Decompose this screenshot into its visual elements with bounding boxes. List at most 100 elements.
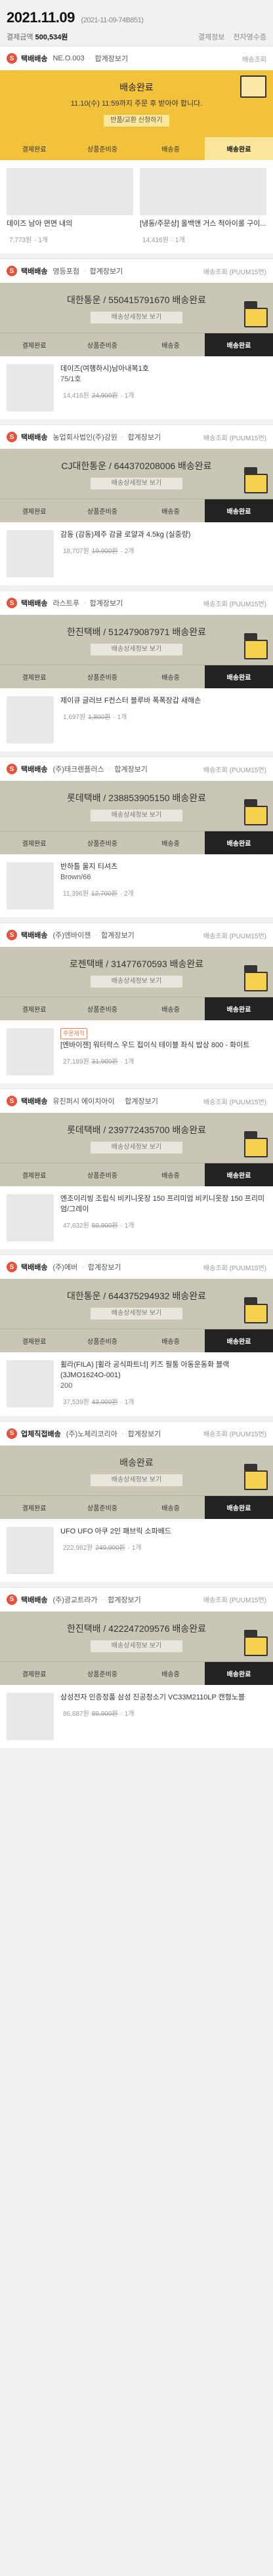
tracking-link[interactable]: 배송조회 (PUUM15번) bbox=[203, 266, 266, 276]
shop-bar: S 업체직접배송 (주)노체리코리아 · 합계장보기 배송조회 (PUUM15번) bbox=[0, 1421, 273, 1445]
delivery-detail-button[interactable]: 배송상세정보 보기 bbox=[91, 1142, 182, 1154]
seller-name[interactable]: (주)태크렌플러스 bbox=[52, 764, 104, 774]
product-item[interactable]: UFO UFO 아쿠 2인 패브릭 소파베드 222,982원 249,900원 · … bbox=[7, 1526, 266, 1574]
product-price: 14,416원 24,900원 · 1개 bbox=[60, 388, 266, 402]
product-info: [냉동/주문상] 올백앤 거스 척아이롤 구이... 14,416원 · 1개 bbox=[140, 219, 266, 245]
divider-dot: · bbox=[83, 267, 86, 276]
divider-dot: · bbox=[88, 54, 91, 62]
tracking-link[interactable]: 배송조회 (PUUM15번) bbox=[203, 764, 266, 774]
merge-view-link[interactable]: 합계장보기 bbox=[128, 1428, 161, 1439]
product-thumbnail[interactable] bbox=[7, 364, 54, 412]
product-list: 데이즈(여행하시)남아내복1호 75/1호 14,416원 24,900원 · 1개 bbox=[0, 356, 273, 420]
seller-name[interactable]: 라스트푸 bbox=[52, 598, 79, 608]
product-name[interactable]: 삼성전자 인증정품 삼성 진공청소기 VC33M2110LP 캔형노블 bbox=[60, 1693, 266, 1703]
product-price: 14,416원 · 1개 bbox=[140, 232, 266, 246]
product-thumbnail[interactable] bbox=[7, 862, 54, 910]
product-thumbnail[interactable] bbox=[140, 168, 266, 215]
tracking-link[interactable]: 배송조회 (PUUM15번) bbox=[203, 598, 266, 608]
group-gap bbox=[0, 419, 273, 425]
shipment-group: S 택배배송 (주)광교트라가 · 합계장보기 배송조회 (PUUM15번) 한진택배 / … bbox=[0, 1587, 273, 1748]
product-price: 37,539원 43,000원 · 1개 bbox=[60, 1394, 266, 1408]
seller-name[interactable]: (주)노체리코리아 bbox=[66, 1428, 117, 1439]
product-thumbnail[interactable] bbox=[7, 1692, 54, 1740]
seller-name[interactable]: 농업회사법인(주)강원 bbox=[52, 432, 117, 442]
tracking-link[interactable]: 배송조회 (PUUM15번) bbox=[203, 1428, 266, 1438]
delivery-detail-button[interactable]: 배송상세정보 보기 bbox=[91, 976, 182, 988]
seller-name[interactable]: (주)광교트라가 bbox=[52, 1594, 97, 1605]
merge-view-link[interactable]: 합계장보기 bbox=[88, 1262, 121, 1272]
delivery-detail-button[interactable]: 배송상세정보 보기 bbox=[91, 1474, 182, 1486]
merge-view-link[interactable]: 합계장보기 bbox=[114, 764, 148, 774]
seller-name[interactable]: 유진퍼시 에이치아이 bbox=[52, 1096, 114, 1106]
merge-view-link[interactable]: 합계장보기 bbox=[125, 1096, 158, 1106]
product-name[interactable]: 엔조이리빙 조립식 비키니옷장 150 프리미엄 비키니옷장 150 프리미엄/… bbox=[60, 1194, 266, 1215]
tracking-link[interactable]: 배송조회 bbox=[242, 54, 266, 64]
seller-name[interactable]: NE.O.003 bbox=[52, 54, 84, 62]
payment-info-link[interactable]: 결제정보 bbox=[198, 33, 224, 41]
product-thumbnail[interactable] bbox=[7, 1028, 54, 1076]
product-item[interactable]: 휠라(FILA) [휠라 공식파트너] 키즈 필통 아동운동화 블랙(3JMO1… bbox=[7, 1360, 266, 1408]
merge-view-link[interactable]: 합계장보기 bbox=[108, 1594, 141, 1605]
product-item[interactable]: 삼성전자 인증정품 삼성 진공청소기 VC33M2110LP 캔형노블 86,68… bbox=[7, 1692, 266, 1740]
delivery-detail-button[interactable]: 배송상세정보 보기 bbox=[91, 1640, 182, 1652]
tracking-link[interactable]: 배송조회 (PUUM15번) bbox=[203, 1262, 266, 1272]
delivery-detail-button[interactable]: 배송상세정보 보기 bbox=[91, 478, 182, 490]
delivery-detail-button[interactable]: 배송상세정보 보기 bbox=[91, 810, 182, 822]
product-thumbnail[interactable] bbox=[7, 1360, 54, 1408]
product-name[interactable]: [엔바이젠] 워터락스 우드 접이식 테이블 좌식 밥상 800 - 화이트 bbox=[60, 1041, 266, 1051]
product-item[interactable]: 데이즈 남아 면면 내의 7,773원 · 1개 bbox=[7, 168, 133, 245]
merge-view-link[interactable]: 합계장보기 bbox=[90, 266, 123, 276]
tracking-link[interactable]: 배송조회 (PUUM15번) bbox=[203, 930, 266, 940]
seller-name[interactable]: (주)에버 bbox=[52, 1262, 77, 1272]
seller-name[interactable]: (주)엔바이젠 bbox=[52, 930, 91, 940]
product-name[interactable]: 데이즈 남아 면면 내의 bbox=[7, 219, 72, 230]
merge-view-link[interactable]: 합계장보기 bbox=[128, 432, 161, 442]
tracking-link[interactable]: 배송조회 (PUUM15번) bbox=[203, 1594, 266, 1604]
receipt-link[interactable]: 전자영수증 bbox=[233, 33, 266, 41]
return-request-button[interactable]: 반품/교환 신청하기 bbox=[104, 115, 169, 127]
product-item[interactable]: 제이큐 글러브 F컨스터 블루바 폭폭장갑 새해손 1,697원 1,800원 · 1… bbox=[7, 696, 266, 744]
product-item[interactable]: 주문제작 [엔바이젠] 워터락스 우드 접이식 테이블 좌식 밥상 800 - 화… bbox=[7, 1028, 266, 1076]
delivery-status-panel: 롯데택배 / 238853905150 배송완료 배송상세정보 보기 bbox=[0, 781, 273, 831]
merge-view-link[interactable]: 합계장보기 bbox=[94, 53, 128, 64]
product-name[interactable]: 제이큐 글러브 F컨스터 블루바 폭폭장갑 새해손 bbox=[60, 696, 266, 707]
product-name[interactable]: 휠라(FILA) [휠라 공식파트너] 키즈 필통 아동운동화 블랙(3JMO1… bbox=[60, 1360, 266, 1381]
product-thumbnail[interactable] bbox=[7, 168, 133, 215]
product-name[interactable]: [냉동/주문상] 올백앤 거스 척아이롤 구이... bbox=[140, 219, 266, 230]
product-option: 200 bbox=[60, 1382, 73, 1390]
shipment-group: S 택배배송 (주)태크렌플러스 · 합계장보기 배송조회 (PUUM15번) 롯데택배 /… bbox=[0, 757, 273, 923]
product-item[interactable]: 데이즈(여행하시)남아내복1호 75/1호 14,416원 24,900원 · 1개 bbox=[7, 364, 266, 412]
carrier-tracking-title: 대한통운 / 550415791670 배송완료 bbox=[66, 295, 207, 306]
product-item[interactable]: 감동 (감동)제주 감귤 로얄과 4.5kg (실중량) 18,707원 19,90… bbox=[7, 530, 266, 578]
product-thumbnail[interactable] bbox=[7, 1194, 54, 1242]
product-list: 감동 (감동)제주 감귤 로얄과 4.5kg (실중량) 18,707원 19,90… bbox=[0, 522, 273, 586]
product-name[interactable]: 반하틀 울지 티셔츠 bbox=[60, 862, 266, 873]
shop-bar: S 택배배송 영등포점 · 합계장보기 배송조회 (PUUM15번) bbox=[0, 259, 273, 283]
delivery-status-panel: 대한통운 / 644375294932 배송완료 배송상세정보 보기 bbox=[0, 1279, 273, 1329]
tracking-link[interactable]: 배송조회 (PUUM15번) bbox=[203, 432, 266, 442]
product-item[interactable]: 엔조이리빙 조립식 비키니옷장 150 프리미엄 비키니옷장 150 프리미엄/… bbox=[7, 1194, 266, 1242]
delivery-steps: 결제완료 상품준비중 배송중 배송완료 bbox=[0, 997, 273, 1021]
product-thumbnail[interactable] bbox=[7, 1526, 54, 1574]
delivery-box-icon bbox=[244, 1131, 268, 1158]
shop-bar: S 택배배송 (주)태크렌플러스 · 합계장보기 배송조회 (PUUM15번) bbox=[0, 757, 273, 781]
merge-view-link[interactable]: 합계장보기 bbox=[90, 598, 123, 608]
delivery-status-title: 배송완료 bbox=[119, 82, 154, 93]
product-name[interactable]: 데이즈(여행하시)남아내복1호 bbox=[60, 364, 266, 375]
tracking-link[interactable]: 배송조회 (PUUM15번) bbox=[203, 1096, 266, 1106]
product-name[interactable]: 감동 (감동)제주 감귤 로얄과 4.5kg (실중량) bbox=[60, 530, 266, 541]
shop-badge-icon: S bbox=[7, 1428, 17, 1439]
product-thumbnail[interactable] bbox=[7, 530, 54, 578]
product-item[interactable]: [냉동/주문상] 올백앤 거스 척아이롤 구이... 14,416원 · 1개 bbox=[140, 168, 266, 245]
delivery-detail-button[interactable]: 배송상세정보 보기 bbox=[91, 1308, 182, 1320]
merge-view-link[interactable]: 합계장보기 bbox=[101, 930, 135, 940]
delivery-detail-button[interactable]: 배송상세정보 보기 bbox=[91, 312, 182, 324]
product-info: UFO UFO 아쿠 2인 패브릭 소파베드 222,982원 249,900원 · … bbox=[60, 1527, 266, 1553]
product-thumbnail[interactable] bbox=[7, 696, 54, 744]
delivery-step-3: 배송중 bbox=[161, 1505, 180, 1512]
product-item[interactable]: 반하틀 울지 티셔츠 Brown/66 11,396원 12,700원 · 2개 bbox=[7, 862, 266, 910]
shipment-group: S 택배배송 (주)엔바이젠 · 합계장보기 배송조회 (PUUM15번) 로젠택배 / 3… bbox=[0, 923, 273, 1089]
product-name[interactable]: UFO UFO 아쿠 2인 패브릭 소파베드 bbox=[60, 1527, 266, 1537]
delivery-detail-button[interactable]: 배송상세정보 보기 bbox=[91, 644, 182, 656]
seller-name[interactable]: 영등포점 bbox=[52, 266, 79, 276]
